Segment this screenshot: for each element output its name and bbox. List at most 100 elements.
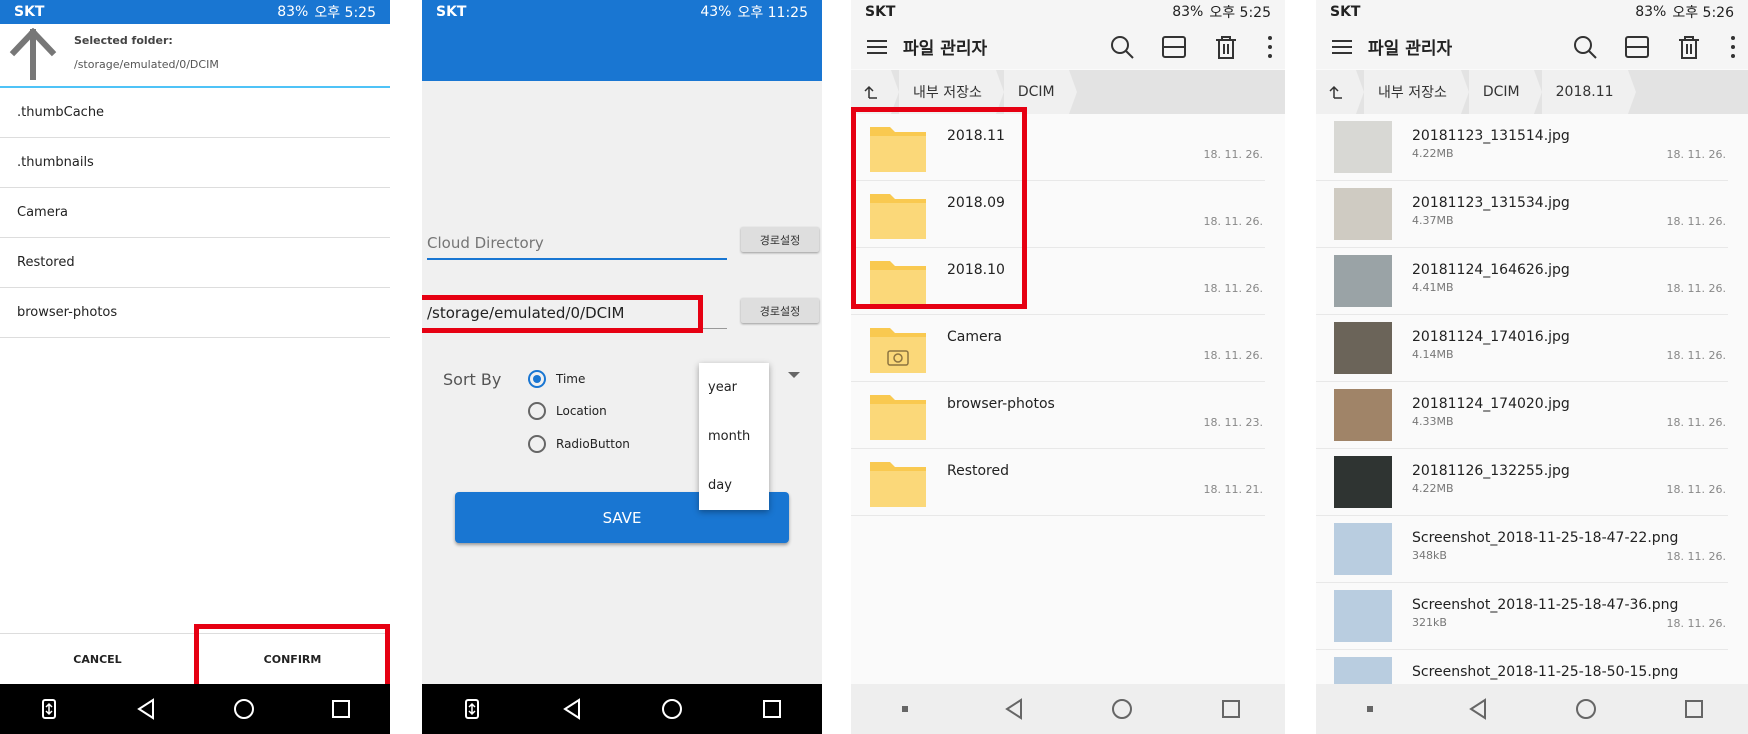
- file-row[interactable]: 20181123_131514.jpg 4.22MB 18. 11. 26.: [1316, 114, 1728, 181]
- folder-item[interactable]: Restored: [0, 238, 390, 288]
- file-date: 18. 11. 26.: [1666, 148, 1726, 161]
- folder-icon: [870, 261, 926, 306]
- overview-icon[interactable]: [1679, 694, 1709, 724]
- view-toggle-icon[interactable]: [1161, 34, 1187, 60]
- file-name: Camera: [947, 329, 1002, 345]
- battery-label: 43%: [700, 4, 732, 20]
- local-path-input[interactable]: [427, 298, 727, 329]
- home-icon[interactable]: [229, 694, 259, 724]
- up-arrow-icon[interactable]: [8, 28, 58, 80]
- delete-icon[interactable]: [1676, 34, 1702, 60]
- file-row[interactable]: browser-photos 18. 11. 23.: [851, 382, 1265, 449]
- home-icon[interactable]: [657, 694, 687, 724]
- back-icon[interactable]: [557, 694, 587, 724]
- file-date: 18. 11. 21.: [1203, 483, 1263, 496]
- file-row[interactable]: 2018.11 18. 11. 26.: [851, 114, 1265, 181]
- file-row[interactable]: Screenshot_2018-11-25-18-50-15.png438kB1…: [1316, 650, 1728, 688]
- file-size: 4.22MB: [1412, 482, 1454, 495]
- recent-apps-toggle-icon[interactable]: [457, 694, 487, 724]
- period-dropdown: year month day: [699, 363, 769, 510]
- radio-unselected-icon: [528, 402, 546, 420]
- app-bar: [422, 24, 822, 81]
- dropdown-option-year[interactable]: year: [699, 363, 769, 412]
- file-date: 18. 11. 26.: [1666, 282, 1726, 295]
- dropdown-option-day[interactable]: day: [699, 461, 769, 510]
- camera-folder-icon: [870, 328, 926, 373]
- home-icon[interactable]: [1107, 694, 1137, 724]
- overview-icon[interactable]: [757, 694, 787, 724]
- breadcrumb-up-icon[interactable]: [851, 70, 899, 114]
- image-thumbnail: [1334, 456, 1392, 508]
- spinner-arrow-icon[interactable]: [788, 372, 800, 378]
- hamburger-menu-icon[interactable]: [1330, 35, 1354, 59]
- radio-radiobutton[interactable]: RadioButton: [528, 435, 630, 453]
- breadcrumb-item[interactable]: 내부 저장소: [899, 70, 1004, 114]
- hamburger-menu-icon[interactable]: [865, 35, 889, 59]
- recent-apps-toggle-icon[interactable]: [34, 694, 64, 724]
- more-options-icon[interactable]: [1265, 34, 1275, 60]
- file-date: 18. 11. 26.: [1666, 483, 1726, 496]
- folder-item[interactable]: .thumbnails: [0, 138, 390, 188]
- back-icon[interactable]: [1463, 694, 1493, 724]
- sort-by-label: Sort By: [443, 370, 502, 389]
- file-manager-dcim-screen: SKT 83% 오후 5:25 파일 관리자 내부 저장소 DCIM 2018.1…: [851, 0, 1285, 734]
- folder-icon: [870, 127, 926, 172]
- radio-label: Time: [556, 372, 586, 386]
- breadcrumb: 내부 저장소 DCIM: [851, 70, 1285, 114]
- file-row[interactable]: Screenshot_2018-11-25-18-47-36.png 321kB 1…: [1316, 583, 1728, 650]
- file-row[interactable]: 2018.10 18. 11. 26.: [851, 248, 1265, 315]
- clock-label: 오후 11:25: [737, 5, 808, 21]
- file-date: 18. 11. 26.: [1666, 349, 1726, 362]
- clock-label: 오후 5:26: [1672, 5, 1734, 21]
- confirm-button[interactable]: CONFIRM: [195, 634, 390, 684]
- file-name: 20181123_131534.jpg: [1412, 195, 1570, 211]
- nav-bar: [0, 684, 390, 734]
- view-toggle-icon[interactable]: [1624, 34, 1650, 60]
- breadcrumb-item[interactable]: DCIM: [1468, 70, 1542, 114]
- overview-icon[interactable]: [326, 694, 356, 724]
- carrier-label: SKT: [1330, 4, 1361, 20]
- file-list: 2018.11 18. 11. 26. 2018.09 18. 11. 26. 2018…: [851, 114, 1285, 516]
- local-path-button[interactable]: 경로설정: [741, 298, 819, 323]
- folder-item[interactable]: browser-photos: [0, 288, 390, 338]
- radio-time[interactable]: Time: [528, 370, 585, 388]
- file-row[interactable]: 20181123_131534.jpg 4.37MB 18. 11. 26.: [1316, 181, 1728, 248]
- file-row[interactable]: 20181126_132255.jpg 4.22MB 18. 11. 26.: [1316, 449, 1728, 516]
- breadcrumb-up-icon[interactable]: [1316, 70, 1364, 114]
- file-row[interactable]: Restored 18. 11. 21.: [851, 449, 1265, 516]
- more-options-icon[interactable]: [1728, 34, 1738, 60]
- page-title: 파일 관리자: [1368, 39, 1453, 59]
- folder-item[interactable]: .thumbCache: [0, 88, 390, 138]
- image-thumbnail: [1334, 322, 1392, 374]
- radio-location[interactable]: Location: [528, 402, 607, 420]
- cloud-directory-input[interactable]: [427, 228, 727, 260]
- cloud-path-button[interactable]: 경로설정: [741, 227, 819, 252]
- file-row[interactable]: 20181124_174016.jpg 4.14MB 18. 11. 26.: [1316, 315, 1728, 382]
- file-row[interactable]: 2018.09 18. 11. 26.: [851, 181, 1265, 248]
- delete-icon[interactable]: [1213, 34, 1239, 60]
- overview-icon[interactable]: [1216, 694, 1246, 724]
- breadcrumb-item[interactable]: 내부 저장소: [1364, 70, 1469, 114]
- back-icon[interactable]: [999, 694, 1029, 724]
- search-icon[interactable]: [1572, 34, 1598, 60]
- back-icon[interactable]: [131, 694, 161, 724]
- file-date: 18. 11. 23.: [1203, 416, 1263, 429]
- file-row[interactable]: 20181124_164626.jpg 4.41MB 18. 11. 26.: [1316, 248, 1728, 315]
- dot-icon[interactable]: [890, 694, 920, 724]
- folder-item[interactable]: Camera: [0, 188, 390, 238]
- nav-bar: [422, 684, 822, 734]
- breadcrumb-item[interactable]: 2018.11: [1541, 70, 1636, 114]
- dot-icon[interactable]: [1355, 694, 1385, 724]
- folder-list: .thumbCache .thumbnails Camera Restored …: [0, 88, 390, 338]
- breadcrumb-item[interactable]: DCIM: [1003, 70, 1077, 114]
- cancel-button[interactable]: CANCEL: [0, 634, 195, 684]
- file-name: 20181126_132255.jpg: [1412, 463, 1570, 479]
- file-row[interactable]: Screenshot_2018-11-25-18-47-22.png 348kB 1…: [1316, 516, 1728, 583]
- dropdown-option-month[interactable]: month: [699, 412, 769, 461]
- home-icon[interactable]: [1571, 694, 1601, 724]
- file-row[interactable]: Camera 18. 11. 26.: [851, 315, 1265, 382]
- folder-picker-screen: SKT 83% 오후 5:25 Selected folder: /storage…: [0, 0, 390, 734]
- search-icon[interactable]: [1109, 34, 1135, 60]
- carrier-label: SKT: [865, 4, 896, 20]
- file-row[interactable]: 20181124_174020.jpg 4.33MB 18. 11. 26.: [1316, 382, 1728, 449]
